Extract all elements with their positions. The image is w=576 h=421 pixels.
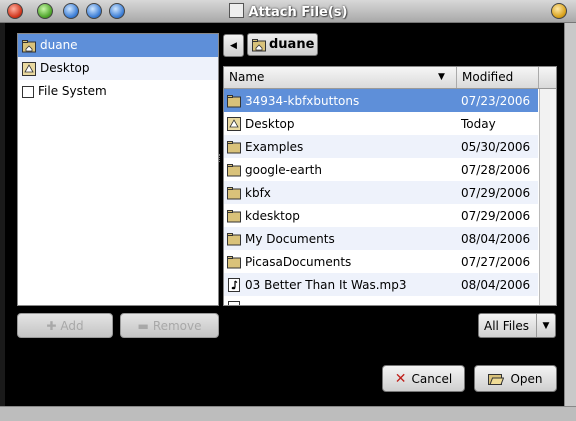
folder-icon [227, 140, 241, 153]
add-bookmark-button[interactable]: ✚ Add [17, 313, 113, 338]
table-row[interactable]: google-earth 07/28/2006 [224, 158, 538, 181]
filter-value: All Files [484, 318, 530, 333]
file-name: google-earth [245, 162, 322, 177]
desktop-icon [227, 116, 241, 131]
path-crumb-duane[interactable]: duane [247, 33, 318, 56]
folder-icon [227, 209, 241, 222]
file-name: 03 Better Than It Was.mp3 [245, 277, 407, 292]
file-modified: 08/04/2006 [461, 231, 531, 246]
column-header-label: Modified [462, 70, 514, 84]
chevron-down-icon: ▼ [536, 314, 555, 337]
minus-icon: ▬ [137, 318, 149, 333]
column-header-label: Name [229, 70, 265, 84]
window-title-text: Attach File(s) [248, 5, 348, 20]
table-row[interactable]: Desktop Today [224, 112, 538, 135]
open-button[interactable]: Open [474, 365, 557, 392]
sidebar-item-label: duane [40, 38, 78, 52]
file-modified: 07/27/2006 [461, 254, 531, 269]
vertical-scrollbar[interactable] [539, 89, 556, 305]
sidebar-item-file-system[interactable]: File System [18, 80, 218, 103]
drive-icon [22, 85, 34, 98]
file-modified: Today [461, 116, 496, 131]
file-modified: 08/04/2006 [461, 277, 531, 292]
title-bar[interactable]: Attach File(s) [0, 0, 576, 23]
path-back-button[interactable]: ◀ [223, 34, 244, 57]
folder-icon [227, 232, 241, 245]
file-modified: 07/23/2006 [461, 93, 531, 108]
background-window-edge [0, 22, 5, 406]
file-name: 34934-kbfxbuttons [245, 93, 360, 108]
sidebar-item-label: File System [38, 84, 107, 98]
column-header-modified[interactable]: Modified [457, 67, 539, 88]
file-modified: 07/29/2006 [461, 185, 531, 200]
file-list-header: Name ▼ Modified [224, 67, 556, 89]
table-row[interactable]: 03 Better Than It Was.mp3 08/04/2006 [224, 273, 538, 296]
open-folder-icon [488, 373, 505, 385]
path-crumb-label: duane [269, 37, 315, 52]
window-menu-button[interactable] [551, 3, 567, 19]
cancel-x-icon: ✕ [394, 370, 407, 387]
sidebar-item-desktop[interactable]: Desktop [18, 57, 218, 80]
column-header-name[interactable]: Name [224, 67, 457, 88]
cancel-button[interactable]: ✕ Cancel [382, 365, 465, 392]
folder-icon [227, 186, 241, 199]
add-button-label: Add [60, 318, 84, 333]
file-name: Examples [245, 139, 304, 154]
home-folder-icon [252, 38, 266, 51]
table-row[interactable]: kbfx 07/29/2006 [224, 181, 538, 204]
file-name: My Documents [245, 231, 335, 246]
file-name: PicasaDocuments [245, 254, 352, 269]
table-row-partial[interactable] [224, 296, 538, 305]
table-row[interactable]: 34934-kbfxbuttons 07/23/2006 [224, 89, 538, 112]
cancel-button-label: Cancel [411, 371, 453, 386]
table-row[interactable]: Examples 05/30/2006 [224, 135, 538, 158]
folder-icon [227, 163, 241, 176]
folder-icon [227, 94, 241, 107]
window-title: Attach File(s) [0, 3, 576, 20]
file-name: kbfx [245, 185, 271, 200]
remove-button-label: Remove [152, 318, 202, 333]
file-icon [228, 300, 240, 305]
remove-bookmark-button[interactable]: ▬ Remove [120, 313, 219, 338]
file-name: Desktop [245, 116, 295, 131]
file-modified: 07/28/2006 [461, 162, 531, 177]
plus-icon: ✚ [46, 318, 57, 333]
sidebar-item-label: Desktop [40, 61, 90, 75]
home-folder-icon [22, 39, 36, 52]
app-icon [228, 3, 244, 18]
table-row[interactable]: PicasaDocuments 07/27/2006 [224, 250, 538, 273]
file-name: kdesktop [245, 208, 300, 223]
background-window-right [564, 22, 576, 420]
places-sidebar[interactable]: duane Desktop File System [17, 33, 219, 306]
sidebar-item-duane[interactable]: duane [18, 34, 218, 57]
chevron-left-icon: ◀ [230, 40, 237, 51]
desktop-icon [22, 61, 36, 76]
file-modified: 05/30/2006 [461, 139, 531, 154]
music-file-icon [228, 277, 240, 292]
file-modified: 07/29/2006 [461, 208, 531, 223]
table-row[interactable]: kdesktop 07/29/2006 [224, 204, 538, 227]
folder-icon [227, 255, 241, 268]
open-button-label: Open [510, 371, 543, 386]
file-rows: 34934-kbfxbuttons 07/23/2006 Desktop Tod… [224, 89, 538, 305]
file-type-filter[interactable]: All Files ▼ [478, 313, 556, 338]
file-list[interactable]: Name ▼ Modified 34934-kbfxbuttons 07/23/… [223, 66, 557, 306]
sort-descending-icon: ▼ [438, 72, 445, 82]
table-row[interactable]: My Documents 08/04/2006 [224, 227, 538, 250]
background-window-bottom [0, 406, 576, 421]
